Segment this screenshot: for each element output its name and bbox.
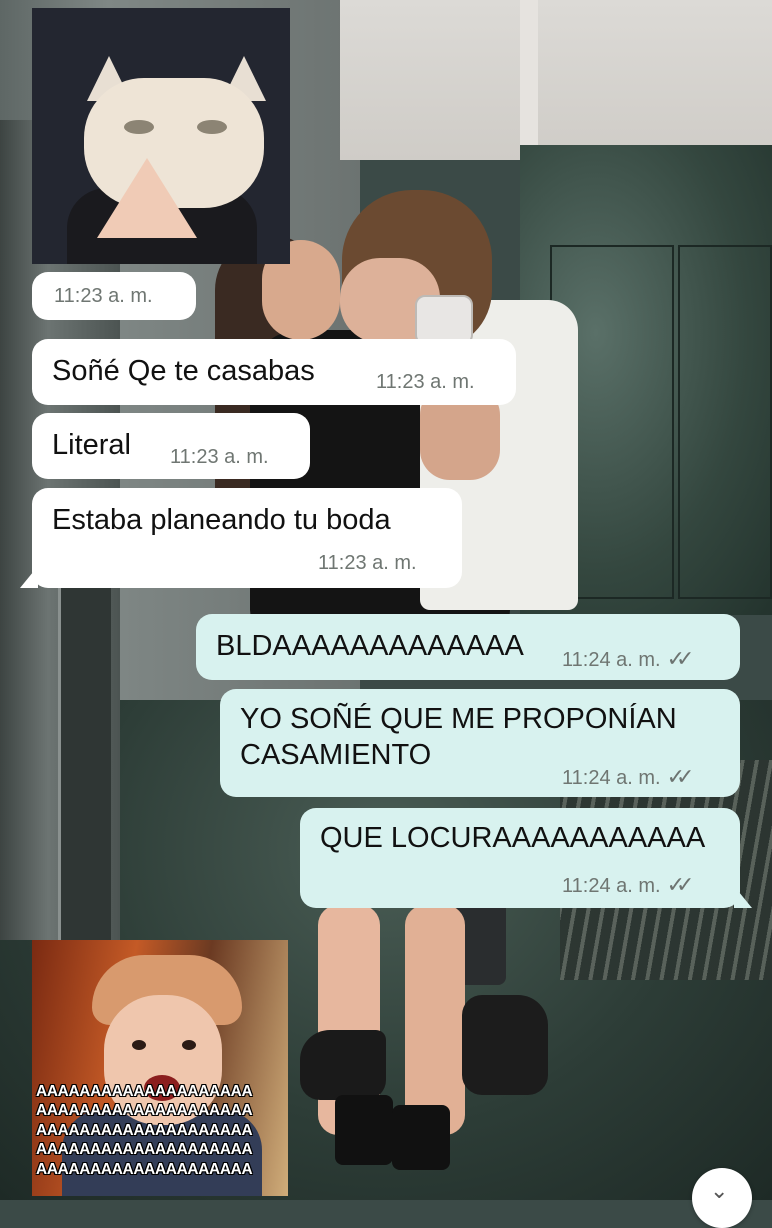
message-time-text: 11:24 a. m. bbox=[562, 875, 661, 897]
scroll-to-bottom-button[interactable]: ⌄ bbox=[692, 1168, 752, 1228]
message-time: 11:23 a. m. bbox=[54, 285, 153, 307]
double-check-icon: ✓✓ bbox=[666, 764, 695, 789]
incoming-message[interactable]: Soñé Qe te casabas 11:23 a. m. bbox=[32, 339, 516, 405]
message-time-text: 11:24 a. m. bbox=[562, 649, 661, 671]
message-text: Soñé Qe te casabas bbox=[52, 355, 315, 387]
incoming-message[interactable]: Literal 11:23 a. m. bbox=[32, 413, 310, 479]
outgoing-message[interactable]: YO SOÑÉ QUE ME PROPONÍAN CASAMIENTO 11:2… bbox=[220, 689, 740, 797]
message-time: 11:23 a. m. bbox=[318, 552, 417, 574]
message-text: BLDAAAAAAAAAAAAA bbox=[216, 630, 524, 662]
message-time: 11:24 a. m. ✓✓ bbox=[562, 872, 695, 898]
sticker-caption: AAAAAAAAAAAAAAAAAAAA AAAAAAAAAAAAAAAAAAA… bbox=[36, 1083, 253, 1178]
outgoing-message[interactable]: QUE LOCURAAAAAAAAAAA 11:24 a. m. ✓✓ bbox=[300, 808, 740, 908]
double-check-icon: ✓✓ bbox=[666, 872, 695, 897]
message-time: 11:24 a. m. ✓✓ bbox=[562, 764, 695, 790]
sticker-timestamp-bubble: 11:23 a. m. bbox=[32, 272, 196, 320]
screaming-kid-sticker[interactable]: AAAAAAAAAAAAAAAAAAAA AAAAAAAAAAAAAAAAAAA… bbox=[32, 940, 288, 1196]
message-time: 11:23 a. m. bbox=[376, 371, 475, 393]
praying-cat-sticker[interactable] bbox=[32, 8, 290, 264]
double-check-icon: ✓✓ bbox=[666, 646, 695, 671]
chevron-down-icon: ⌄ bbox=[710, 1178, 729, 1203]
message-text: QUE LOCURAAAAAAAAAAA bbox=[320, 822, 706, 854]
message-text: Estaba planeando tu boda bbox=[52, 504, 391, 536]
message-time: 11:23 a. m. bbox=[170, 446, 269, 468]
message-time-text: 11:24 a. m. bbox=[562, 767, 661, 789]
message-text: Literal bbox=[52, 429, 131, 461]
message-text: YO SOÑÉ QUE ME PROPONÍAN CASAMIENTO bbox=[240, 703, 677, 771]
incoming-message[interactable]: Estaba planeando tu boda 11:23 a. m. bbox=[32, 488, 462, 588]
message-time: 11:24 a. m. ✓✓ bbox=[562, 646, 695, 672]
outgoing-message[interactable]: BLDAAAAAAAAAAAAA 11:24 a. m. ✓✓ bbox=[196, 614, 740, 680]
